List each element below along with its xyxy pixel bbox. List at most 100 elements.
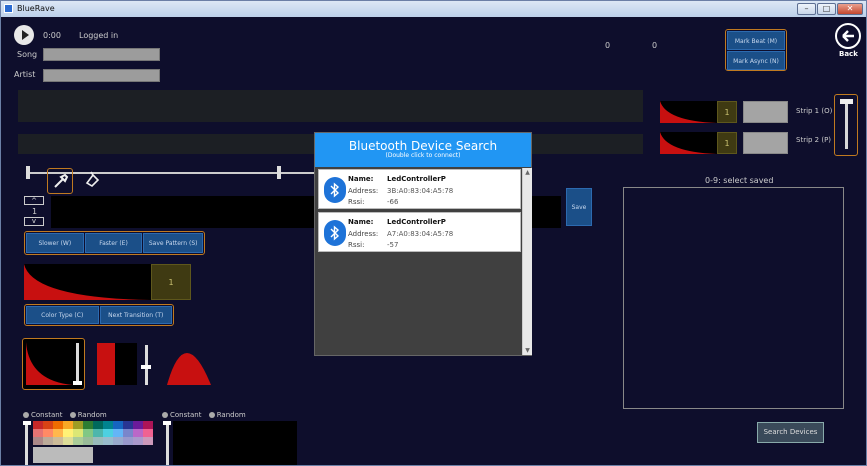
palette-swatch[interactable] xyxy=(63,429,73,437)
palette-swatch[interactable] xyxy=(133,437,143,445)
palette-swatch[interactable] xyxy=(113,429,123,437)
palette-swatch[interactable] xyxy=(83,421,93,429)
palette-slider[interactable] xyxy=(25,421,28,465)
palette-swatch[interactable] xyxy=(53,437,63,445)
palette-swatch[interactable] xyxy=(143,437,153,445)
paint-bucket-icon[interactable] xyxy=(81,169,103,191)
transition-decay[interactable] xyxy=(22,338,85,390)
palette-swatch[interactable] xyxy=(93,421,103,429)
palette-swatch[interactable] xyxy=(63,437,73,445)
strip-slider[interactable] xyxy=(845,101,848,149)
palette-swatch[interactable] xyxy=(73,429,83,437)
saved-list[interactable] xyxy=(623,187,844,409)
palette-swatch[interactable] xyxy=(123,437,133,445)
random-radio-1[interactable] xyxy=(69,412,76,418)
device-item[interactable]: Name: LedControllerP Address: 3B:A0:83:0… xyxy=(318,169,521,209)
palette-swatch[interactable] xyxy=(93,437,103,445)
eyedropper-icon[interactable] xyxy=(47,168,73,194)
device-name-key: Name: xyxy=(348,175,374,183)
play-button[interactable] xyxy=(14,25,34,45)
mark-beat-button[interactable]: Mark Beat (M) xyxy=(727,31,785,50)
palette-swatch[interactable] xyxy=(123,429,133,437)
device-list[interactable]: Name: LedControllerP Address: 3B:A0:83:0… xyxy=(317,168,532,355)
palette-swatch[interactable] xyxy=(113,437,123,445)
minimize-button[interactable]: – xyxy=(797,3,816,15)
dialog-title: Bluetooth Device Search xyxy=(348,139,498,153)
palette-swatch[interactable] xyxy=(103,429,113,437)
palette-swatch[interactable] xyxy=(83,437,93,445)
palette-slider-thumb[interactable] xyxy=(23,421,31,425)
artist-field[interactable] xyxy=(43,69,160,82)
palette-swatch[interactable] xyxy=(53,421,63,429)
palette-grey-row[interactable] xyxy=(33,447,93,463)
stepper-up-button[interactable]: ^ xyxy=(24,196,44,205)
palette-swatch[interactable] xyxy=(143,421,153,429)
palette-swatch[interactable] xyxy=(103,421,113,429)
device-list-scrollbar[interactable]: ▲ ▼ xyxy=(522,168,532,355)
palette-swatch[interactable] xyxy=(123,421,133,429)
stepper-down-button[interactable]: v xyxy=(24,217,44,226)
constant-radio-2[interactable] xyxy=(162,412,168,418)
timeline-track-1[interactable] xyxy=(18,90,643,122)
speed-group: Slower (W) Faster (E) Save Pattern (S) xyxy=(24,231,205,255)
palette-swatch[interactable] xyxy=(133,421,143,429)
palette-swatch[interactable] xyxy=(93,429,103,437)
strip-slider-group xyxy=(834,94,858,156)
device-item[interactable]: Name: LedControllerP Address: A7:A0:83:0… xyxy=(318,212,521,252)
palette-swatch[interactable] xyxy=(133,429,143,437)
palette-swatch[interactable] xyxy=(43,421,53,429)
palette-swatch[interactable] xyxy=(33,437,43,445)
palette-swatch[interactable] xyxy=(33,421,43,429)
palette-swatch[interactable] xyxy=(63,421,73,429)
transition-square[interactable] xyxy=(95,341,155,387)
palette-swatch[interactable] xyxy=(113,421,123,429)
dialog-header: Bluetooth Device Search (Double click to… xyxy=(315,133,531,167)
palette-swatch[interactable] xyxy=(43,429,53,437)
strip-1-label: Strip 1 (O) xyxy=(796,107,833,115)
range-slider-left-thumb[interactable] xyxy=(26,166,30,179)
palette-swatch[interactable] xyxy=(103,437,113,445)
counter-b: 0 xyxy=(652,41,658,50)
strip-1-color[interactable] xyxy=(743,101,788,123)
strip-2-number: 1 xyxy=(717,132,737,154)
random-radio-2[interactable] xyxy=(208,412,215,418)
palette-swatch[interactable] xyxy=(83,429,93,437)
slower-button[interactable]: Slower (W) xyxy=(26,233,84,253)
faster-button[interactable]: Faster (E) xyxy=(84,233,143,253)
transition-bell[interactable] xyxy=(165,341,213,387)
maximize-button[interactable]: □ xyxy=(817,3,836,15)
palette-swatch[interactable] xyxy=(143,429,153,437)
palette-swatch[interactable] xyxy=(33,429,43,437)
palette-swatch[interactable] xyxy=(43,437,53,445)
device-rssi: -57 xyxy=(387,241,399,249)
color-palette[interactable] xyxy=(23,421,163,466)
palette-swatch[interactable] xyxy=(73,421,83,429)
close-button[interactable]: ✕ xyxy=(837,3,863,15)
secondary-slider-track[interactable] xyxy=(166,421,169,465)
color-group: Color Type (C) Next Transition (T) xyxy=(24,304,174,326)
strip-2-color[interactable] xyxy=(743,132,788,154)
scroll-up-icon[interactable]: ▲ xyxy=(523,169,532,176)
song-field[interactable] xyxy=(43,48,160,61)
range-slider-right-thumb[interactable] xyxy=(277,166,281,179)
bluetooth-icon xyxy=(324,177,346,203)
radio-group-1: Constant Random xyxy=(23,411,107,419)
next-transition-button[interactable]: Next Transition (T) xyxy=(99,306,172,324)
random-label-2: Random xyxy=(216,411,246,419)
palette-swatch[interactable] xyxy=(53,429,63,437)
secondary-slider-thumb[interactable] xyxy=(163,421,171,425)
back-icon[interactable] xyxy=(835,23,861,49)
scroll-down-icon[interactable]: ▼ xyxy=(523,347,532,354)
secondary-slider[interactable] xyxy=(163,421,171,465)
constant-radio-1[interactable] xyxy=(23,412,29,418)
save-button[interactable]: Save xyxy=(566,188,592,226)
counter-a: 0 xyxy=(605,41,611,50)
radio-group-2: Constant Random xyxy=(162,411,246,419)
color-type-button[interactable]: Color Type (C) xyxy=(26,306,99,324)
strip-slider-thumb[interactable] xyxy=(840,99,853,104)
mark-async-button[interactable]: Mark Async (N) xyxy=(727,51,785,70)
palette-swatch[interactable] xyxy=(73,437,83,445)
saved-label: 0-9: select saved xyxy=(705,176,774,185)
search-devices-button[interactable]: Search Devices xyxy=(757,422,824,443)
save-pattern-button[interactable]: Save Pattern (S) xyxy=(143,233,203,253)
